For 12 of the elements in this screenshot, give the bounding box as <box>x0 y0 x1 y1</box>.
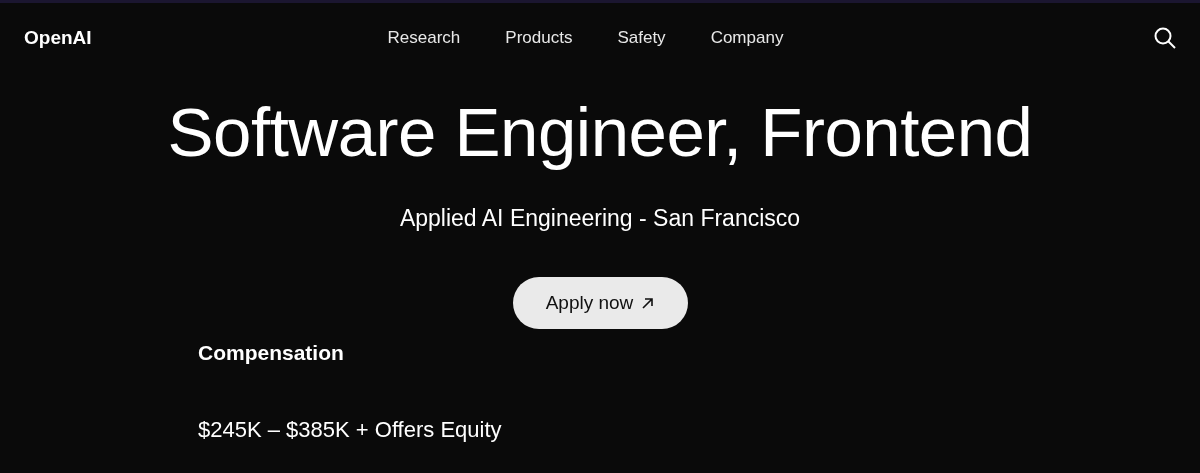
arrow-icon <box>641 296 655 310</box>
search-icon[interactable] <box>1154 27 1176 49</box>
salary-range: $245K – $385K + Offers Equity <box>198 415 503 444</box>
nav-link[interactable]: Company <box>710 25 784 51</box>
job-subtitle: Applied AI Engineering - San Francisco <box>398 203 802 233</box>
apply-button[interactable]: Apply now <box>512 277 688 330</box>
nav-link[interactable]: Safety <box>617 25 666 51</box>
job-title: Software Engineer, Frontend <box>166 95 1034 171</box>
logo[interactable]: OpenAI <box>24 23 92 53</box>
section-heading: Compensation <box>198 340 345 367</box>
nav-link[interactable]: Products <box>505 25 573 51</box>
nav-link[interactable]: Research <box>387 25 461 51</box>
